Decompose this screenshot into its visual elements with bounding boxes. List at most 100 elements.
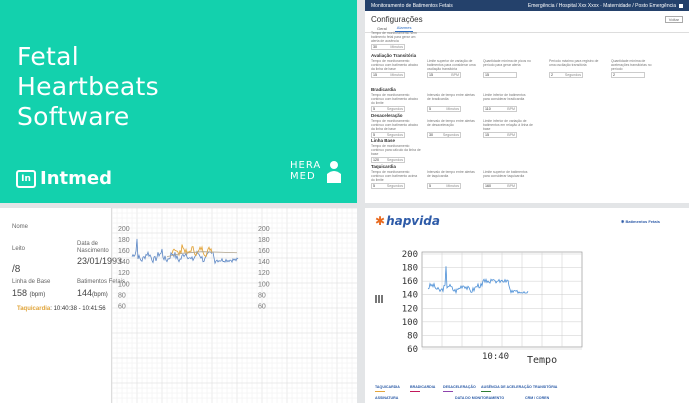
axis-tick-label: 200 <box>258 226 270 233</box>
bed-value: /8 <box>12 264 21 275</box>
config-field: Tempo de monitoramento contínuo com bati… <box>371 93 421 112</box>
field-input[interactable]: 2 Segundos <box>549 72 583 78</box>
field-description: Limite inferior de variação de batimento… <box>483 119 533 131</box>
field-input[interactable]: 5 Segundos <box>371 183 405 189</box>
y-tick-label: 120 <box>402 304 418 314</box>
field-description: Limite superior de batimentos para consi… <box>483 170 528 178</box>
field-description: Tempo de monitoramento sem batimento fet… <box>371 31 417 43</box>
field-input[interactable]: 15 Minutos <box>371 72 405 78</box>
monitor-panel: Nome Leito /8 Data de Nascimento 23/01/1… <box>0 208 357 403</box>
axis-tick-label: 160 <box>258 248 270 255</box>
field-description: Tempo de monitoramento contínuo com bati… <box>371 119 419 131</box>
hospital-context: Emergência / Hospital Xxx Xxxx · Materni… <box>527 2 676 9</box>
field-description: Período máximo para registro de uma osci… <box>549 59 599 67</box>
axis-tick-label: 140 <box>118 259 130 266</box>
signature-field-label: DATA DO MONITORAMENTO <box>455 396 505 400</box>
axis-tick-label: 180 <box>118 237 130 244</box>
qr-code-icon <box>375 295 383 303</box>
field-description: Limite superior de variação de batimento… <box>427 59 476 71</box>
config-field: Tempo de monitoramento contínuo com bati… <box>371 170 421 189</box>
axis-tick-label: 100 <box>258 281 270 288</box>
report-header-title: ✱ Batimentos Fetais <box>621 219 660 224</box>
config-field: Limite inferior de batimentos para consi… <box>483 93 533 112</box>
app-topbar: Monitoramento de Batimentos Fetais Emerg… <box>365 0 689 11</box>
axis-tick-label: 180 <box>258 237 270 244</box>
intmed-logo-icon: In <box>16 169 36 188</box>
config-field: Limite superior de batimentos para consi… <box>483 170 533 189</box>
event-taquicardia[interactable]: Taquicardia: 10:40:38 - 10:41:56 <box>17 306 106 312</box>
field-input[interactable]: 30 Minutos <box>371 44 405 50</box>
config-field: Tempo de monitoramento contínuo com bati… <box>371 59 421 78</box>
signature-field-label: ASSINATURA <box>375 396 399 400</box>
signature-field-label: CRM / COREN <box>525 396 550 400</box>
config-field: Limite superior de variação de batimento… <box>427 59 477 78</box>
fetal-value: 144(bpm) <box>77 288 108 298</box>
product-title: Fetal Heartbeats Software <box>17 42 159 132</box>
field-description: Quantidade mínima de acelerações transit… <box>611 59 652 71</box>
field-description: Tempo de monitoramento contínuo para cál… <box>371 144 421 156</box>
field-input[interactable]: 2 <box>611 72 645 78</box>
config-field: Tempo de monitoramento sem batimento fet… <box>371 31 421 50</box>
brand-panel: Fetal Heartbeats Software In Intmed HERA… <box>0 0 357 203</box>
title-line: Fetal <box>17 42 79 71</box>
birth-label-2: Nascimento <box>77 248 109 254</box>
field-description: Intervalo de tempo entre alertas de brad… <box>427 93 475 101</box>
birth-label: Data de <box>77 241 99 247</box>
hapvida-star-icon: ✱ <box>375 214 386 228</box>
field-description: Intervalo de tempo entre alertas de taqu… <box>427 170 475 178</box>
axis-tick-label: 60 <box>118 303 126 310</box>
field-input[interactable]: 15 BPM <box>427 72 461 78</box>
report-panel: 200 180 160 140 120 100 80 60 10:40 Tempo ✱hapvid… <box>365 208 689 403</box>
field-input[interactable]: 120 Segundos <box>371 157 405 163</box>
config-field: Intervalo de tempo entre alertas de brad… <box>427 93 477 112</box>
field-input[interactable]: 5 Minutos <box>427 183 461 189</box>
config-field: Tempo de monitoramento contínuo para cál… <box>371 144 421 163</box>
name-label: Nome <box>12 224 29 230</box>
heramed-logo-text: HERA MED <box>290 160 322 182</box>
field-input[interactable]: 160 BPM <box>483 183 517 189</box>
baseline-value: 158 (bpm) <box>12 288 46 298</box>
axis-tick-label: 80 <box>258 292 266 299</box>
axis-tick-label: 140 <box>258 259 270 266</box>
y-tick-label: 140 <box>402 291 418 301</box>
y-tick-label: 180 <box>402 264 418 274</box>
axis-tick-label: 80 <box>118 292 126 299</box>
config-field: Período máximo para registro de uma osci… <box>549 59 599 78</box>
y-tick-label: 60 <box>407 345 418 355</box>
field-description: Tempo de monitoramento contínuo com bati… <box>371 170 418 182</box>
field-description: Tempo de monitoramento contínuo com bati… <box>371 93 419 105</box>
config-field: Quantidade mínima de picos no período pa… <box>483 59 533 78</box>
y-tick-label: 80 <box>407 331 418 341</box>
field-input[interactable]: 15 <box>483 72 517 78</box>
axis-tick-label: 200 <box>118 226 130 233</box>
title-line: Software <box>17 102 130 131</box>
hapvida-logo: ✱hapvida <box>375 214 440 228</box>
field-description: Intervalo de tempo entre alertas de desa… <box>427 119 475 127</box>
baseline-label: Linha de Base <box>12 279 51 285</box>
field-input[interactable]: 15 BPM <box>483 132 517 138</box>
field-input[interactable]: 5 Segundos <box>371 106 405 112</box>
axis-tick-label: 120 <box>118 270 130 277</box>
title-line: Heartbeats <box>17 72 159 101</box>
x-axis-label: Tempo <box>527 355 557 366</box>
axis-tick-label: 160 <box>118 248 130 255</box>
config-field: Limite inferior de variação de batimento… <box>483 119 533 138</box>
config-field: Intervalo de tempo entre alertas de taqu… <box>427 170 477 189</box>
field-input[interactable]: 30 Segundos <box>427 132 461 138</box>
config-field: Tempo de monitoramento contínuo com bati… <box>371 119 421 138</box>
axis-tick-label: 120 <box>258 270 270 277</box>
user-menu-icon[interactable] <box>679 3 683 8</box>
app-title: Monitoramento de Batimentos Fetais <box>371 2 453 9</box>
legend-item: AUSÊNCIA DE ACELERAÇÃO TRANSITÓRIA <box>481 385 557 392</box>
field-input[interactable]: 5 Minutos <box>427 106 461 112</box>
back-button[interactable]: Voltar <box>664 16 683 23</box>
x-tick-label: 10:40 <box>482 352 509 362</box>
legend-item: BRADICARDIA <box>410 385 435 392</box>
field-description: Limite inferior de batimentos para consi… <box>483 93 526 101</box>
axis-tick-label: 100 <box>118 281 130 288</box>
field-description: Quantidade mínima de picos no período pa… <box>483 59 531 67</box>
field-input[interactable]: 110 BPM <box>483 106 517 112</box>
intmed-logo-text: Intmed <box>40 168 112 189</box>
report-heartbeat-chart: 200 180 160 140 120 100 80 60 10:40 Tempo <box>402 250 583 366</box>
legend-item: DESACELERAÇÃO <box>443 385 476 392</box>
